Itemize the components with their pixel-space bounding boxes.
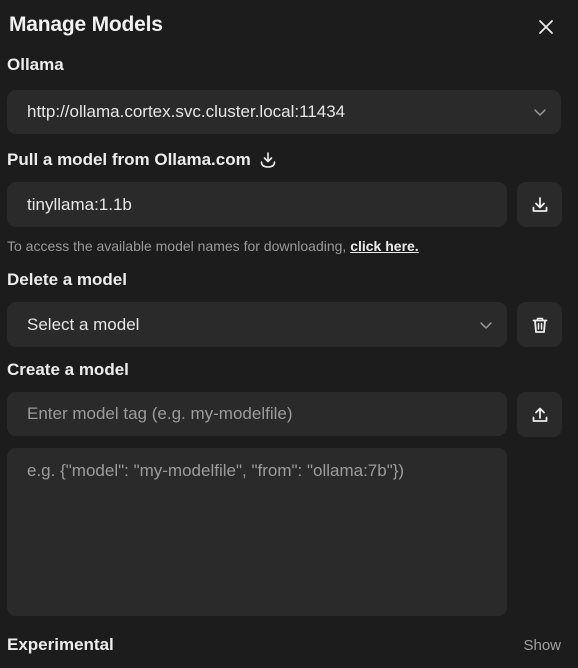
pull-label: Pull a model from Ollama.com (7, 150, 251, 169)
modelfile-textarea[interactable]: e.g. {"model": "my-modelfile", "from": "… (7, 448, 507, 616)
create-model-tag-input[interactable]: Enter model tag (e.g. my-modelfile) (7, 392, 507, 436)
ollama-url-select[interactable]: http://ollama.cortex.svc.cluster.local:1… (7, 90, 561, 134)
pull-model-input[interactable]: tinyllama:1.1b (7, 182, 507, 227)
pull-hint-text: To access the available model names for … (7, 238, 351, 254)
experimental-label: Experimental (7, 635, 114, 654)
chevron-down-icon (534, 109, 546, 116)
create-upload-button[interactable] (517, 392, 562, 437)
delete-model-select[interactable]: Select a model (7, 302, 507, 347)
close-icon (539, 20, 553, 34)
pull-hint-link[interactable]: click here. (350, 238, 419, 254)
ollama-label: Ollama (7, 55, 64, 74)
download-tray-icon (260, 152, 276, 168)
modelfile-placeholder: e.g. {"model": "my-modelfile", "from": "… (27, 461, 405, 480)
download-icon (532, 196, 547, 212)
delete-model-button[interactable] (517, 302, 562, 347)
pull-label-row: Pull a model from Ollama.com (7, 150, 277, 170)
upload-icon (532, 407, 547, 422)
chevron-down-icon (480, 321, 492, 329)
modal-title: Manage Models (9, 13, 163, 36)
pull-hint: To access the available model names for … (7, 238, 419, 254)
pull-model-value: tinyllama:1.1b (27, 194, 132, 214)
delete-label: Delete a model (7, 270, 127, 289)
create-tag-placeholder: Enter model tag (e.g. my-modelfile) (27, 404, 293, 423)
close-button[interactable] (534, 15, 558, 39)
delete-select-value: Select a model (27, 314, 140, 334)
pull-download-button[interactable] (517, 182, 562, 227)
ollama-url-value: http://ollama.cortex.svc.cluster.local:1… (27, 102, 346, 121)
experimental-show-toggle[interactable]: Show (523, 637, 561, 654)
trash-icon (532, 317, 547, 333)
create-label: Create a model (7, 360, 129, 379)
